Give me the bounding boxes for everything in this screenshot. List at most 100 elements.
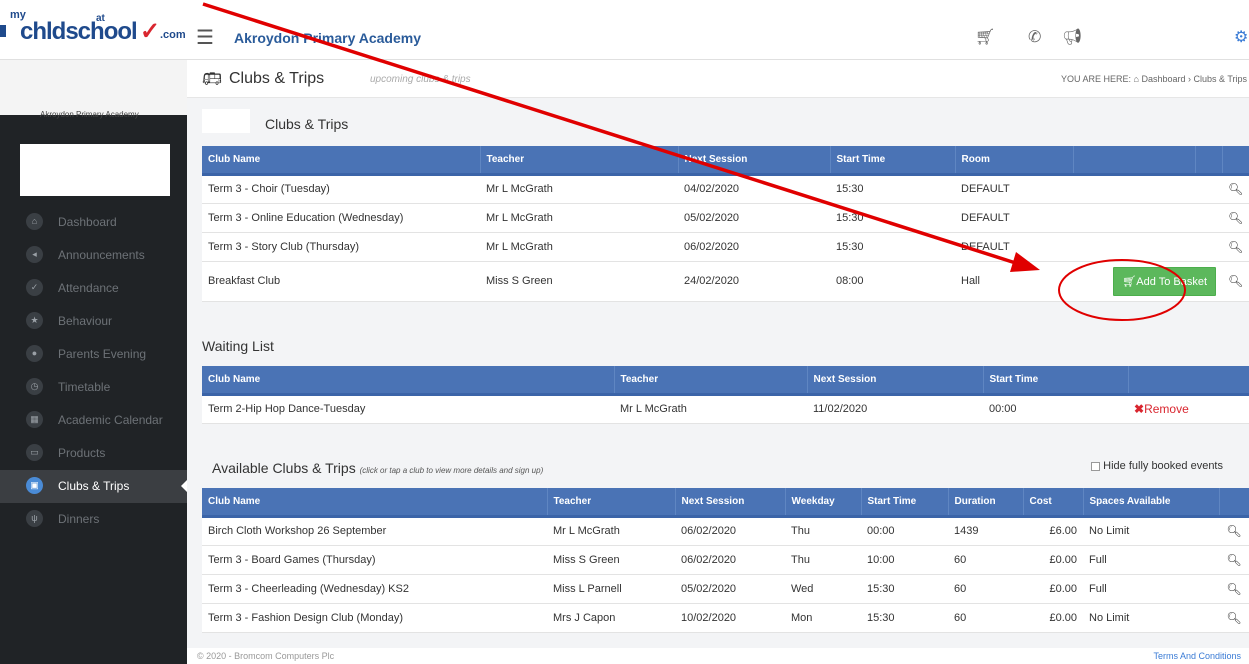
magnifier-icon[interactable]: 🔍︎ [1222, 232, 1249, 262]
table-row[interactable]: Term 3 - Choir (Tuesday) Mr L McGrath 04/0… [202, 174, 1249, 204]
table-row[interactable]: Birch Cloth Workshop 26 September Mr L Mc… [202, 516, 1249, 546]
calendar-icon: ▦ [26, 411, 43, 428]
sidebar-item-dashboard[interactable]: ⌂ Dashboard [0, 206, 187, 239]
cell-name: Term 3 - Fashion Design Club (Monday) [202, 603, 547, 633]
sidebar-item-attendance[interactable]: ✓ Attendance [0, 272, 187, 305]
people-icon: ● [26, 345, 43, 362]
cell-duration: 60 [948, 603, 1023, 633]
column-header: Start Time [830, 146, 956, 176]
sidebar-item-clubs-trips[interactable]: ▣ Clubs & Trips [0, 470, 187, 503]
cell-spaces: Full [1083, 574, 1219, 604]
checkbox-icon[interactable] [1091, 461, 1101, 471]
sidebar-item-timetable[interactable]: ◷ Timetable [0, 371, 187, 404]
table-row[interactable]: Term 3 - Fashion Design Club (Monday) Mrs… [202, 603, 1249, 633]
cell-duration: 60 [948, 574, 1023, 604]
column-header: Cost [1023, 488, 1084, 518]
magnifier-icon[interactable]: 🔍︎ [1219, 545, 1249, 575]
sidebar-item-announcements[interactable]: ◂ Announcements [0, 239, 187, 272]
cell-next: 10/02/2020 [675, 603, 785, 633]
cell-teacher: Mr L McGrath [614, 394, 807, 424]
sidebar-item-dinners[interactable]: ψ Dinners [0, 503, 187, 536]
cell-next: 06/02/2020 [675, 545, 785, 575]
table-row[interactable]: Term 3 - Cheerleading (Wednesday) KS2 Mis… [202, 574, 1249, 604]
clubs-table: Club Name Teacher Next Session Start Time Ro… [202, 146, 1249, 302]
sidebar-item-label: Timetable [58, 380, 111, 394]
hamburger-menu-icon[interactable]: ☰ [196, 25, 214, 50]
cell-room: DEFAULT [955, 232, 1073, 262]
cell-spaces: No Limit [1083, 603, 1219, 633]
breadcrumb[interactable]: YOU ARE HERE: ⌂ Dashboard › Clubs & Trip… [1061, 74, 1247, 84]
sidebar-item-label: Products [58, 446, 106, 460]
copyright: © 2020 - Bromcom Computers Plc [197, 651, 335, 661]
waiting-list-title: Waiting List [202, 338, 274, 354]
table-row[interactable]: Term 3 - Story Club (Thursday) Mr L McGra… [202, 232, 1249, 262]
bus-icon: ▣ [26, 477, 43, 494]
sidebar-item-parents-evening[interactable]: ● Parents Evening [0, 338, 187, 371]
magnifier-icon[interactable]: 🔍︎ [1219, 516, 1249, 546]
cell-name: Term 3 - Cheerleading (Wednesday) KS2 [202, 574, 547, 604]
school-logo-area [0, 60, 187, 115]
clubs-title: Clubs & Trips [265, 116, 349, 132]
cell-action: 🛒︎Add To Basket [1073, 261, 1222, 302]
terms-link[interactable]: Terms And Conditions [1153, 651, 1241, 661]
magnifier-icon[interactable]: 🔍︎ [1222, 261, 1249, 302]
magnifier-icon[interactable]: 🔍︎ [1222, 174, 1249, 204]
sidebar-item-label: Dinners [58, 512, 100, 526]
megaphone-icon[interactable]: 📢︎ [1062, 27, 1082, 47]
cell-name: Term 3 - Board Games (Thursday) [202, 545, 547, 575]
sidebar-item-label: Announcements [58, 248, 145, 262]
cell-duration: 60 [948, 545, 1023, 575]
sidebar-item-academic-calendar[interactable]: ▦ Academic Calendar [0, 404, 187, 437]
cart-icon[interactable]: 🛒︎ [975, 27, 995, 47]
hide-booked-checkbox[interactable]: Hide fully booked events [1091, 460, 1223, 472]
cell-start: 08:00 [830, 261, 955, 302]
table-row[interactable]: Term 3 - Board Games (Thursday) Miss S Gr… [202, 545, 1249, 575]
megaphone-icon: ◂ [26, 246, 43, 263]
close-icon: ✖ [1134, 402, 1145, 416]
cell-spaces: Full [1083, 545, 1219, 575]
cell-name: Term 3 - Story Club (Thursday) [202, 232, 480, 262]
user-profile-box [20, 144, 170, 196]
gear-icon[interactable]: ⚙ [1234, 27, 1248, 47]
cell-start: 15:30 [830, 174, 955, 204]
cell-name: Term 3 - Choir (Tuesday) [202, 174, 480, 204]
cell-weekday: Wed [785, 574, 861, 604]
magnifier-icon[interactable]: 🔍︎ [1222, 203, 1249, 233]
footer: © 2020 - Bromcom Computers Plc Terms And… [187, 648, 1249, 664]
cell-next: 05/02/2020 [678, 203, 830, 233]
cell-name: Term 2-Hip Hop Dance-Tuesday [202, 394, 614, 424]
page-title: Clubs & Trips [229, 70, 325, 87]
star-icon: ★ [26, 312, 43, 329]
cell-cost: £0.00 [1023, 545, 1083, 575]
remove-button[interactable]: ✖Remove [1128, 394, 1249, 424]
sidebar-item-label: Clubs & Trips [58, 479, 130, 493]
column-header: Club Name [202, 146, 481, 176]
column-header-empty [1073, 146, 1196, 176]
available-title: Available Clubs & Trips (click or tap a … [212, 460, 544, 476]
magnifier-icon[interactable]: 🔍︎ [1219, 574, 1249, 604]
white-stub [202, 109, 250, 133]
phone-icon[interactable]: ✆ [1028, 27, 1041, 47]
cell-action [1073, 232, 1222, 262]
bus-icon: 🚌︎ [202, 71, 223, 88]
add-to-basket-button[interactable]: 🛒︎Add To Basket [1113, 266, 1216, 296]
column-header: Start Time [983, 366, 1129, 396]
column-header: Weekday [785, 488, 862, 518]
waiting-list-table: Club Name Teacher Next Session Start Time T… [202, 366, 1249, 424]
cell-duration: 1439 [948, 516, 1023, 546]
sidebar-item-label: Behaviour [58, 314, 113, 328]
table-row[interactable]: Term 3 - Online Education (Wednesday) Mr … [202, 203, 1249, 233]
cell-next: 05/02/2020 [675, 574, 785, 604]
sidebar-item-products[interactable]: ▭ Products [0, 437, 187, 470]
mychildatschool-logo[interactable]: my chldschool at ✓ .com [6, 9, 186, 60]
sidebar: ✿ Akroydon Primary Academy ⌂Dashboard◂An… [0, 60, 187, 664]
table-row[interactable]: Breakfast Club Miss S Green 24/02/2020 08:0… [202, 261, 1249, 302]
sidebar-item-behaviour[interactable]: ★ Behaviour [0, 305, 187, 338]
magnifier-icon[interactable]: 🔍︎ [1219, 603, 1249, 633]
column-header: Spaces Available [1083, 488, 1220, 518]
column-header-empty [1219, 488, 1249, 518]
cell-weekday: Thu [785, 516, 861, 546]
column-header: Teacher [614, 366, 808, 396]
cell-next: 06/02/2020 [678, 232, 830, 262]
cell-action [1073, 203, 1222, 233]
